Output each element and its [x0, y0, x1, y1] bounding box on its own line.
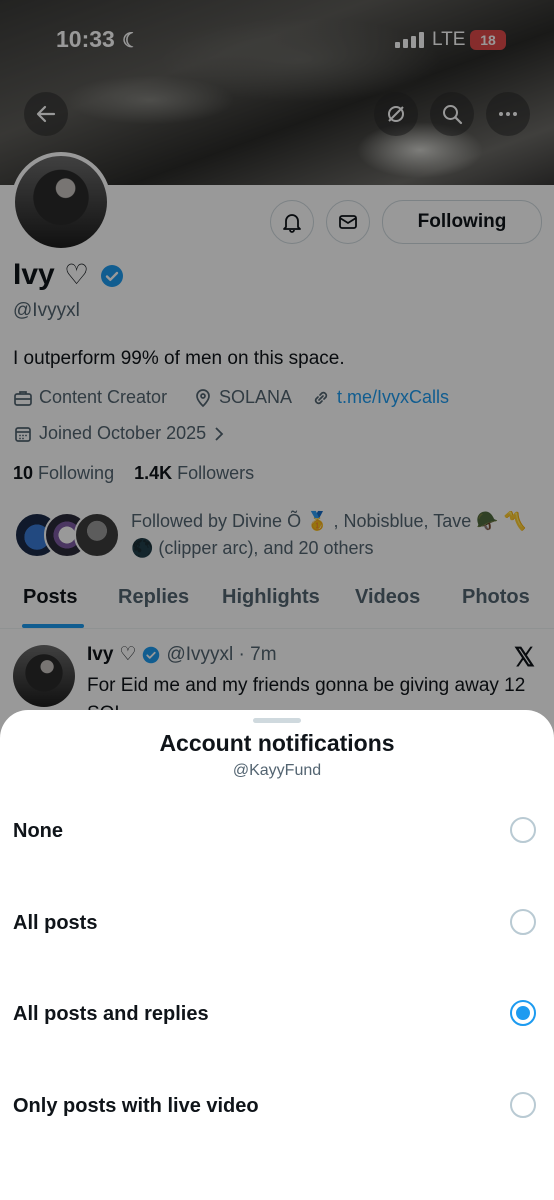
- status-bar: 10:33 ☾ LTE 18: [0, 26, 554, 56]
- option-label: None: [13, 820, 63, 842]
- active-tab-indicator: [22, 624, 84, 628]
- verified-icon[interactable]: [100, 264, 124, 288]
- radio-button[interactable]: [510, 817, 536, 843]
- profile-handle: @Ivyyxl: [13, 300, 80, 321]
- search-button[interactable]: [430, 92, 474, 136]
- battery-icon: 18: [470, 30, 506, 50]
- chevron-right-icon: [215, 426, 224, 441]
- following-count: 10: [13, 463, 34, 483]
- account-notifications-sheet: Account notifications @KayyFund None All…: [0, 710, 554, 1200]
- bell-icon: [283, 214, 301, 233]
- search-icon: [443, 105, 463, 125]
- option-all-posts[interactable]: All posts: [0, 894, 554, 954]
- profile-bio: I outperform 99% of men on this space.: [13, 348, 345, 369]
- followers-count-label: Followers: [177, 463, 255, 483]
- profile-avatar[interactable]: [11, 152, 111, 252]
- followers-count: 1.4K: [134, 463, 173, 483]
- post-handle-time: @Ivyyxl · 7m: [166, 643, 277, 665]
- profile-tabs: Posts Replies Highlights Videos Photos: [0, 580, 554, 629]
- profile-joined[interactable]: Joined October 2025: [13, 423, 226, 444]
- signal-icon: [395, 32, 425, 48]
- mail-icon: [339, 215, 357, 229]
- slash-circle-icon: [388, 106, 404, 122]
- link-label[interactable]: t.me/IvyxCalls: [337, 387, 449, 408]
- option-label: Only posts with live video: [13, 1095, 259, 1117]
- profile-location: SOLANA: [193, 387, 292, 408]
- followed-by-avatars[interactable]: [14, 512, 124, 558]
- heart-emoji: ♡: [64, 259, 90, 290]
- option-label: All posts and replies: [13, 1003, 209, 1025]
- x-logo-icon: 𝕏: [514, 642, 535, 672]
- message-button[interactable]: [326, 200, 370, 244]
- post-avatar[interactable]: [13, 645, 75, 707]
- hide-replies-button[interactable]: [374, 92, 418, 136]
- profile-name: Ivy: [13, 258, 55, 291]
- followers-count-link[interactable]: 1.4K Followers: [134, 463, 254, 483]
- follow-counts: 10 Following 1.4K Followers: [13, 463, 254, 484]
- following-count-label: Following: [38, 463, 115, 483]
- post-header: Ivy ♡ @Ivyyxl · 7m: [87, 643, 277, 666]
- sheet-grabber[interactable]: [253, 718, 301, 723]
- profile-link[interactable]: t.me/IvyxCalls: [311, 387, 449, 408]
- network-label: LTE: [432, 29, 466, 50]
- arrow-left-icon: [36, 105, 56, 123]
- notifications-button[interactable]: [270, 200, 314, 244]
- category-label: Content Creator: [39, 387, 168, 407]
- option-label: All posts: [13, 912, 98, 934]
- status-time: 10:33: [56, 26, 115, 52]
- option-all-posts-and-replies[interactable]: All posts and replies: [0, 985, 554, 1045]
- more-button[interactable]: [486, 92, 530, 136]
- calendar-icon: [15, 426, 31, 442]
- location-pin-icon: [196, 388, 210, 407]
- moon-icon: ☾: [122, 30, 140, 52]
- back-button[interactable]: [24, 92, 68, 136]
- tab-photos[interactable]: Photos: [462, 586, 530, 609]
- sheet-subtitle: @KayyFund: [232, 762, 322, 779]
- followed-by-text[interactable]: Followed by Divine Õ 🥇 , Nobisblue, Tave…: [131, 508, 541, 562]
- verified-icon: [143, 646, 160, 663]
- following-button[interactable]: Following: [382, 200, 542, 244]
- sheet-title: Account notifications: [159, 730, 395, 756]
- option-live-video[interactable]: Only posts with live video: [0, 1077, 554, 1137]
- joined-label: Joined October 2025: [39, 423, 207, 443]
- post-author-name[interactable]: Ivy: [87, 644, 113, 666]
- radio-button[interactable]: [510, 1092, 536, 1118]
- tab-posts[interactable]: Posts: [23, 586, 77, 609]
- tab-replies[interactable]: Replies: [118, 586, 189, 609]
- post-heart: ♡: [119, 644, 137, 665]
- link-icon: [314, 391, 328, 404]
- briefcase-icon: [14, 390, 32, 406]
- radio-button-selected[interactable]: [510, 1000, 536, 1026]
- profile-category: Content Creator: [13, 387, 167, 408]
- follower-avatar: [74, 512, 120, 558]
- following-count-link[interactable]: 10 Following: [13, 463, 114, 483]
- tab-highlights[interactable]: Highlights: [222, 586, 320, 609]
- radio-button[interactable]: [510, 909, 536, 935]
- option-none[interactable]: None: [0, 802, 554, 862]
- location-label: SOLANA: [219, 387, 293, 407]
- more-icon: [499, 112, 517, 116]
- tab-videos[interactable]: Videos: [355, 586, 420, 609]
